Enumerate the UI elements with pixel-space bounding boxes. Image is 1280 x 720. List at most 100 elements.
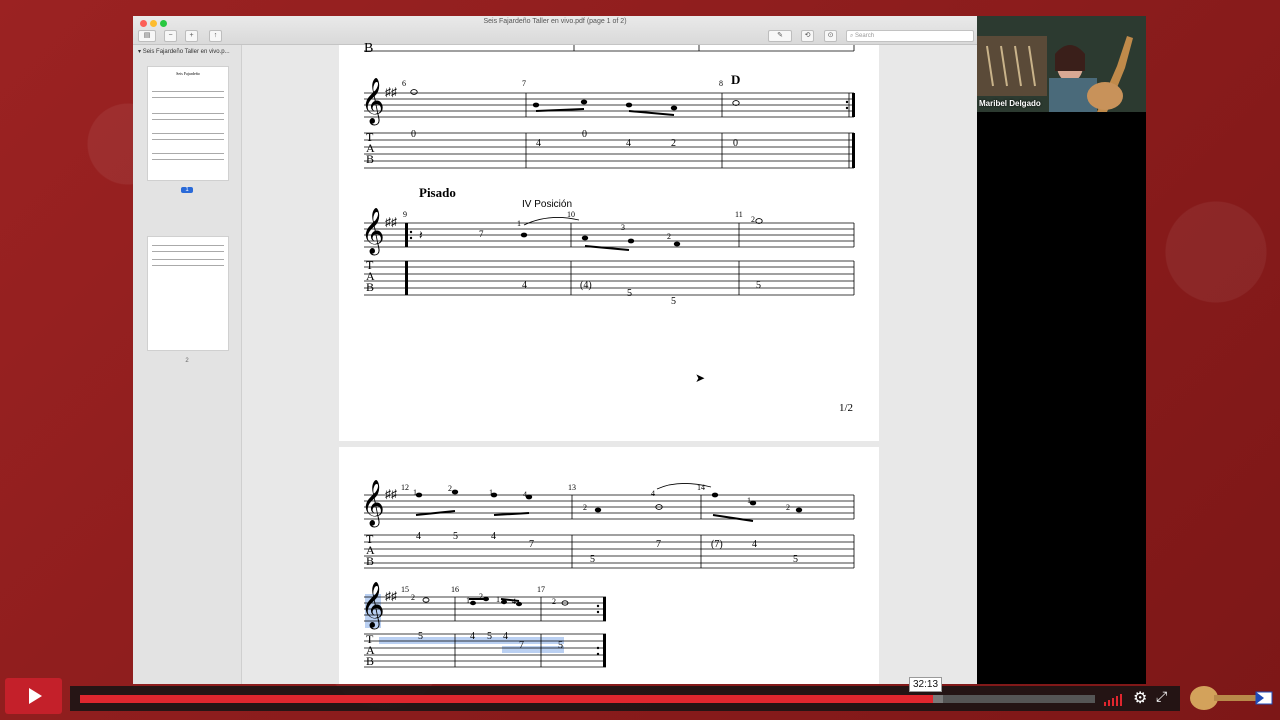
tab-number: 4 — [536, 138, 541, 149]
measure-number: 16 — [451, 585, 459, 594]
tab-number: 5 — [487, 631, 492, 642]
participant-video-tile[interactable]: Maribel Delgado — [977, 16, 1146, 112]
treble-clef-icon: 𝄞 — [361, 208, 385, 253]
markup-pen-button[interactable]: ✎ — [768, 30, 792, 42]
page-number-1[interactable]: 1 — [181, 187, 193, 193]
tab-number: 4 — [491, 531, 496, 542]
tab-number: 4 — [626, 138, 631, 149]
search-icon: ⌕ — [850, 33, 854, 39]
fingering: 1 — [489, 488, 493, 497]
fingering: 2 — [583, 503, 587, 512]
tab-number: 2 — [671, 138, 676, 149]
tab-number: 5 — [418, 631, 423, 642]
preview-window: Seis Fajardeño Taller en vivo.pdf (page … — [133, 16, 977, 684]
zoom-in-button[interactable]: + — [185, 30, 198, 42]
tab-number: (4) — [580, 280, 592, 291]
position-label: IV Posición — [522, 199, 573, 210]
treble-clef-icon: 𝄞 — [361, 480, 385, 525]
fingering: 2 — [751, 215, 755, 224]
play-button[interactable] — [5, 678, 62, 714]
key-signature-icon: ♯♯ — [385, 215, 397, 229]
document-view[interactable]: B 𝄞 ♯♯ 6 7 8 D T A B 0 4 0 4 2 0 Pisado … — [242, 41, 977, 684]
quarter-rest-icon: 𝄽 — [419, 228, 423, 242]
fingering: 2 — [448, 484, 452, 493]
thumbnail-sidebar: ▾ Seis Fajardeño Taller en vivo.p... Sei… — [133, 45, 242, 684]
pdf-page-2: 𝄞 ♯♯ 12 13 14 1 2 1 4 2 4 1 2 T A B 4 5 … — [339, 447, 879, 684]
disclosure-triangle-icon[interactable]: ▾ — [138, 49, 141, 55]
tab-number: 5 — [793, 554, 798, 565]
fingering: 2 — [786, 503, 790, 512]
sheet-music-page-2 — [364, 483, 855, 668]
measure-number: 9 — [403, 210, 407, 219]
mouse-cursor-icon: ➤ — [695, 371, 706, 385]
share-button[interactable]: ↑ — [209, 30, 222, 42]
fingering: 1 — [517, 219, 521, 228]
fullscreen-icon[interactable]: ⤢ — [1156, 688, 1167, 705]
progress-bar[interactable] — [80, 695, 1095, 703]
measure-number: 6 — [402, 79, 406, 88]
page-number-2[interactable]: 2 — [181, 358, 193, 364]
sidebar-toggle-button[interactable]: ▤ — [138, 30, 156, 42]
channel-logo-icon[interactable] — [1186, 682, 1276, 714]
page-number-label: 1/2 — [839, 402, 854, 414]
section-title: Pisado — [419, 185, 456, 200]
play-icon — [29, 688, 42, 704]
chord-symbol: D — [731, 72, 741, 87]
fingering: 2 — [667, 232, 671, 241]
window-title: Seis Fajardeño Taller en vivo.pdf (page … — [483, 18, 627, 25]
sheet-music-page-1 — [364, 45, 855, 296]
tab-number: 7 — [656, 539, 661, 550]
measure-number: 8 — [719, 79, 723, 88]
title-bar: Seis Fajardeño Taller en vivo.pdf (page … — [133, 16, 977, 45]
empty-video-panel — [977, 112, 1146, 684]
time-tooltip: 32:13 — [909, 677, 943, 692]
participant-video-feed — [977, 16, 1146, 112]
tab-letter-b: B — [366, 280, 375, 294]
measure-number: 15 — [401, 585, 409, 594]
tab-number: 4 — [470, 631, 475, 642]
fingering: 7 — [479, 229, 484, 239]
page-thumbnail-1[interactable]: Seis Fajardeño — [147, 66, 229, 181]
volume-icon[interactable] — [1104, 692, 1126, 706]
tab-number: 5 — [558, 640, 563, 651]
measure-number: 12 — [401, 483, 409, 492]
tab-number: 5 — [627, 288, 632, 299]
participant-name: Maribel Delgado — [979, 99, 1041, 108]
markup-toolbar-button[interactable]: ⊙ — [824, 30, 837, 42]
tab-number: 0 — [582, 129, 587, 140]
thumbnail-title: Seis Fajardeño — [176, 71, 200, 76]
tab-number: 4 — [522, 280, 527, 291]
measure-number: 7 — [522, 79, 526, 88]
progress-fill — [80, 695, 933, 703]
tab-number: 5 — [590, 554, 595, 565]
measure-number: 13 — [568, 483, 576, 492]
fingering: 4 — [651, 489, 655, 498]
tab-letter-b: B — [366, 654, 375, 668]
page-thumbnail-2[interactable] — [147, 236, 229, 351]
settings-icon[interactable]: ⚙ — [1133, 688, 1147, 708]
fingering: 1 — [413, 488, 417, 497]
key-signature-icon: ♯♯ — [385, 85, 397, 99]
tab-letter-b: B — [366, 152, 375, 166]
tab-letter-b: B — [366, 554, 375, 568]
rotate-button[interactable]: ⟲ — [801, 30, 814, 42]
zoom-out-button[interactable]: − — [164, 30, 177, 42]
fingering: 1 — [496, 595, 500, 604]
buffered-bar — [932, 695, 943, 703]
tab-number: 4 — [752, 539, 757, 550]
fingering: 4 — [523, 490, 527, 499]
measure-number: 14 — [697, 483, 705, 492]
key-signature-icon: ♯♯ — [385, 487, 397, 501]
measure-number: 11 — [735, 210, 743, 219]
tab-number: 5 — [756, 280, 761, 291]
tab-number: 5 — [671, 296, 676, 307]
treble-clef-icon: 𝄞 — [361, 582, 385, 627]
fingering: 2 — [552, 597, 556, 606]
search-input[interactable]: ⌕ Search — [846, 30, 974, 42]
fingering: 3 — [621, 223, 625, 232]
tab-number: 0 — [411, 129, 416, 140]
tab-number: 0 — [733, 138, 738, 149]
sidebar-document-header[interactable]: ▾ Seis Fajardeño Taller en vivo.p... — [133, 45, 241, 58]
fingering: 1 — [747, 496, 751, 505]
treble-clef-icon: 𝄞 — [361, 78, 385, 123]
